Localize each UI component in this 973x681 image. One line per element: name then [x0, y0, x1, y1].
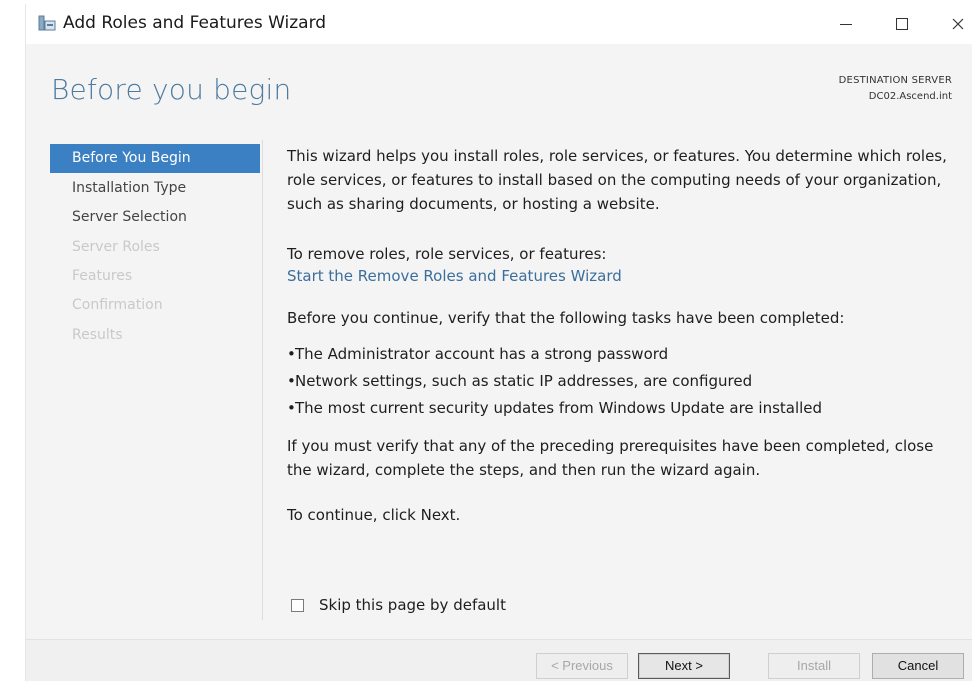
intro-text: This wizard helps you install roles, rol…	[287, 147, 947, 213]
continue-text: To continue, click Next.	[287, 506, 461, 524]
close-icon	[952, 15, 964, 34]
minimize-icon	[840, 23, 852, 25]
destination-server-value: DC02.Ascend.int	[868, 91, 952, 102]
skip-page-option[interactable]: Skip this page by default	[291, 595, 506, 615]
maximize-button[interactable]	[882, 7, 922, 41]
remove-heading: To remove roles, role services, or featu…	[287, 245, 607, 263]
wizard-body: Before You Begin Installation Type Serve…	[26, 140, 972, 639]
nav-item-server-roles: Server Roles	[72, 239, 160, 255]
close-button[interactable]	[938, 7, 973, 41]
bullet-text: The most current security updates from W…	[295, 399, 823, 417]
wizard-header: Before you begin DESTINATION SERVER DC02…	[26, 44, 972, 140]
verify-text: Before you continue, verify that the fol…	[287, 309, 845, 327]
window-title: Add Roles and Features Wizard	[63, 13, 327, 33]
skip-page-checkbox[interactable]	[291, 598, 304, 612]
title-bar[interactable]: Add Roles and Features Wizard	[26, 4, 972, 44]
page-title: Before you begin	[51, 73, 292, 106]
nav-item-before-you-begin[interactable]: Before You Begin	[50, 144, 260, 173]
cancel-button[interactable]: Cancel	[872, 653, 964, 679]
bullet-text: Network settings, such as static IP addr…	[295, 372, 753, 390]
install-button[interactable]: Install	[768, 653, 860, 679]
remove-roles-link[interactable]: Start the Remove Roles and Features Wiza…	[287, 267, 622, 285]
next-button[interactable]: Next >	[638, 653, 730, 679]
skip-page-label[interactable]: Skip this page by default	[319, 596, 506, 614]
nav-item-confirmation: Confirmation	[72, 297, 163, 313]
nav-item-server-selection[interactable]: Server Selection	[50, 203, 260, 232]
nav-item-installation-type[interactable]: Installation Type	[50, 174, 260, 203]
prerequisites-text: If you must verify that any of the prece…	[287, 437, 934, 479]
wizard-footer: < Previous Next > Install Cancel	[26, 639, 972, 681]
wizard-window: Add Roles and Features Wizard Before you…	[25, 4, 972, 681]
previous-button[interactable]: < Previous	[536, 653, 628, 679]
server-manager-icon	[38, 15, 56, 31]
bullet-item: •The most current security updates from …	[287, 399, 822, 417]
nav-divider	[262, 140, 263, 620]
maximize-icon	[896, 18, 908, 30]
background-edge	[0, 0, 25, 681]
bullet-dot: •	[287, 345, 296, 363]
nav-item-results: Results	[72, 327, 123, 343]
bullet-dot: •	[287, 372, 296, 390]
bullet-dot: •	[287, 399, 296, 417]
bullet-item: •The Administrator account has a strong …	[287, 345, 668, 363]
bullet-item: •Network settings, such as static IP add…	[287, 372, 752, 390]
wizard-steps-nav: Before You Begin Installation Type Serve…	[50, 140, 262, 620]
nav-item-features: Features	[72, 268, 133, 284]
bullet-text: The Administrator account has a strong p…	[295, 345, 669, 363]
destination-server-label: DESTINATION SERVER	[838, 75, 952, 86]
main-content: This wizard helps you install roles, rol…	[287, 140, 959, 630]
minimize-button[interactable]	[826, 7, 866, 41]
